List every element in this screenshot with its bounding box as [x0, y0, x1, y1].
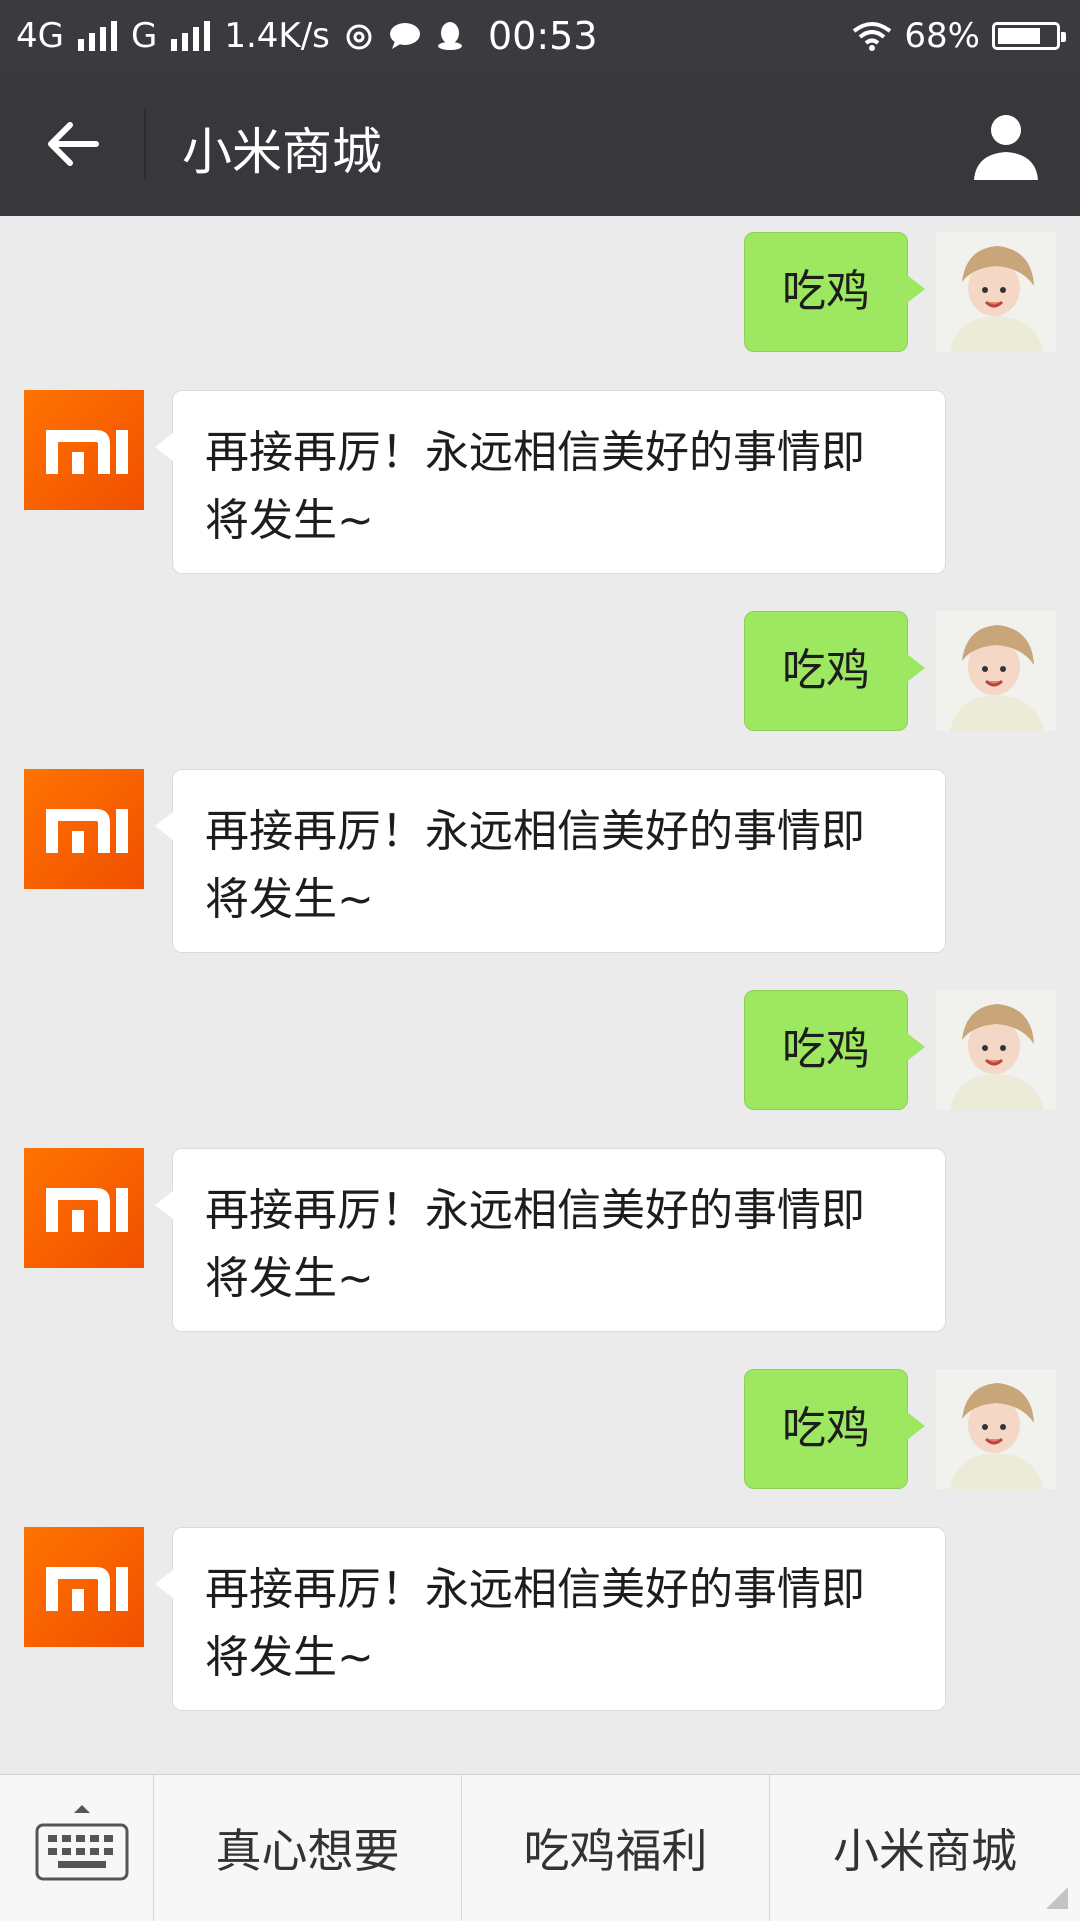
status-left: 4G G 1.4K/s: [16, 16, 464, 56]
message-text: 吃鸡: [782, 266, 870, 317]
message-text-line: 再接再厉！永远相信美好的事情即: [205, 806, 865, 857]
message-text-line: 将发生~: [205, 874, 374, 925]
outgoing-message-bubble[interactable]: 吃鸡: [744, 232, 925, 352]
network-type-g: G: [130, 16, 158, 56]
network-speed: 1.4K/s: [224, 16, 330, 56]
qq-icon: [437, 22, 462, 50]
menu-item-chiji[interactable]: 吃鸡福利: [462, 1775, 770, 1921]
netease-icon: [346, 24, 372, 50]
battery-percent: 68%: [904, 16, 980, 56]
nav-bar: 小米商城: [0, 72, 1080, 216]
message-text-line: 将发生~: [205, 495, 374, 546]
bottom-menu: 真心想要 吃鸡福利 小米商城: [0, 1774, 1080, 1921]
signal-icon-2: [171, 21, 211, 51]
menu-item-xiaomi-label: 小米商城: [833, 1824, 1017, 1878]
chat-bubble-icon: [389, 23, 420, 49]
incoming-message-bubble[interactable]: 再接再厉！永远相信美好的事情即 将发生~: [155, 769, 946, 953]
mi-logo-avatar[interactable]: [24, 1527, 144, 1647]
menu-item-xiaomi[interactable]: 小米商城: [770, 1775, 1080, 1921]
keyboard-toggle-button[interactable]: [0, 1775, 154, 1921]
user-avatar[interactable]: [936, 1369, 1056, 1489]
message-text-line: 再接再厉！永远相信美好的事情即: [205, 1564, 865, 1615]
outgoing-message-bubble[interactable]: 吃鸡: [744, 611, 925, 731]
network-type-4g: 4G: [16, 16, 64, 56]
status-bar: 4G G 1.4K/s 00:53 68%: [0, 0, 1080, 72]
nav-divider: [144, 108, 146, 180]
mi-logo-avatar[interactable]: [24, 769, 144, 889]
resize-corner-icon: [1046, 1887, 1068, 1909]
chat-area[interactable]: 吃鸡 再接再厉！永远相信美好的事情即 将发生~ 吃鸡 再接再厉！永远相信美好的事情即 将发…: [0, 216, 1080, 1774]
message-text-line: 再接再厉！永远相信美好的事情即: [205, 1185, 865, 1236]
back-arrow-icon[interactable]: [40, 112, 104, 176]
incoming-message-bubble[interactable]: 再接再厉！永远相信美好的事情即 将发生~: [155, 1148, 946, 1332]
user-avatar[interactable]: [936, 990, 1056, 1110]
outgoing-message-bubble[interactable]: 吃鸡: [744, 1369, 925, 1489]
message-text-line: 再接再厉！永远相信美好的事情即: [205, 427, 865, 478]
message-text-line: 将发生~: [205, 1632, 374, 1683]
menu-item-zhenxin[interactable]: 真心想要: [154, 1775, 462, 1921]
mi-logo-avatar[interactable]: [24, 390, 144, 510]
wifi-icon: [853, 22, 892, 51]
clock: 00:53: [488, 14, 598, 58]
keyboard-icon: [35, 1805, 129, 1881]
incoming-message-bubble[interactable]: 再接再厉！永远相信美好的事情即 将发生~: [155, 1527, 946, 1711]
person-icon[interactable]: [968, 108, 1044, 184]
message-text: 吃鸡: [782, 1403, 870, 1454]
user-avatar[interactable]: [936, 611, 1056, 731]
mi-logo-avatar[interactable]: [24, 1148, 144, 1268]
status-right: 68%: [852, 16, 1066, 56]
message-text: 吃鸡: [782, 1024, 870, 1075]
page-title: 小米商城: [182, 123, 382, 181]
user-avatar[interactable]: [936, 232, 1056, 352]
signal-icon: [77, 21, 117, 51]
outgoing-message-bubble[interactable]: 吃鸡: [744, 990, 925, 1110]
message-text: 吃鸡: [782, 645, 870, 696]
incoming-message-bubble[interactable]: 再接再厉！永远相信美好的事情即 将发生~: [155, 390, 946, 574]
battery-icon: [992, 22, 1066, 50]
message-text-line: 将发生~: [205, 1253, 374, 1304]
